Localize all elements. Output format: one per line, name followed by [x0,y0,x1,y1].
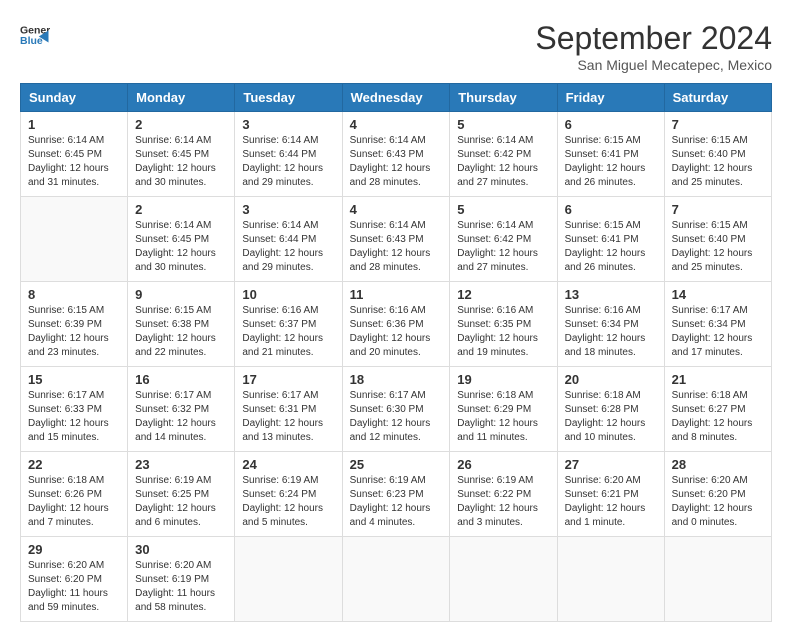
table-row: 22Sunrise: 6:18 AMSunset: 6:26 PMDayligh… [21,452,128,537]
logo-icon: General Blue [20,20,50,50]
table-row: 10Sunrise: 6:16 AMSunset: 6:37 PMDayligh… [235,282,342,367]
table-row: 13Sunrise: 6:16 AMSunset: 6:34 PMDayligh… [557,282,664,367]
table-row: 19Sunrise: 6:18 AMSunset: 6:29 PMDayligh… [450,367,557,452]
col-wednesday: Wednesday [342,84,450,112]
table-row: 7Sunrise: 6:15 AMSunset: 6:40 PMDaylight… [664,112,771,197]
table-row [342,537,450,622]
table-row: 5Sunrise: 6:14 AMSunset: 6:42 PMDaylight… [450,197,557,282]
table-row: 12Sunrise: 6:16 AMSunset: 6:35 PMDayligh… [450,282,557,367]
calendar-location: San Miguel Mecatepec, Mexico [535,57,772,73]
table-row: 15Sunrise: 6:17 AMSunset: 6:33 PMDayligh… [21,367,128,452]
table-row: 8Sunrise: 6:15 AMSunset: 6:39 PMDaylight… [21,282,128,367]
svg-text:Blue: Blue [20,35,43,47]
table-row: 28Sunrise: 6:20 AMSunset: 6:20 PMDayligh… [664,452,771,537]
page-header: General Blue September 2024 San Miguel M… [20,20,772,73]
table-row: 18Sunrise: 6:17 AMSunset: 6:30 PMDayligh… [342,367,450,452]
table-row: 17Sunrise: 6:17 AMSunset: 6:31 PMDayligh… [235,367,342,452]
table-row: 16Sunrise: 6:17 AMSunset: 6:32 PMDayligh… [128,367,235,452]
table-row: 26Sunrise: 6:19 AMSunset: 6:22 PMDayligh… [450,452,557,537]
table-row: 23Sunrise: 6:19 AMSunset: 6:25 PMDayligh… [128,452,235,537]
table-row [235,537,342,622]
table-row: 3Sunrise: 6:14 AMSunset: 6:44 PMDaylight… [235,197,342,282]
table-row [557,537,664,622]
table-row: 30Sunrise: 6:20 AMSunset: 6:19 PMDayligh… [128,537,235,622]
calendar-header-row: Sunday Monday Tuesday Wednesday Thursday… [21,84,772,112]
table-row: 9Sunrise: 6:15 AMSunset: 6:38 PMDaylight… [128,282,235,367]
calendar-title: September 2024 [535,20,772,57]
table-row [21,197,128,282]
table-row: 1Sunrise: 6:14 AMSunset: 6:45 PMDaylight… [21,112,128,197]
table-row: 5Sunrise: 6:14 AMSunset: 6:42 PMDaylight… [450,112,557,197]
col-saturday: Saturday [664,84,771,112]
logo: General Blue [20,20,50,50]
table-row: 14Sunrise: 6:17 AMSunset: 6:34 PMDayligh… [664,282,771,367]
col-tuesday: Tuesday [235,84,342,112]
calendar-table: Sunday Monday Tuesday Wednesday Thursday… [20,83,772,622]
col-friday: Friday [557,84,664,112]
title-block: September 2024 San Miguel Mecatepec, Mex… [535,20,772,73]
col-sunday: Sunday [21,84,128,112]
table-row: 21Sunrise: 6:18 AMSunset: 6:27 PMDayligh… [664,367,771,452]
table-row: 24Sunrise: 6:19 AMSunset: 6:24 PMDayligh… [235,452,342,537]
table-row: 3Sunrise: 6:14 AMSunset: 6:44 PMDaylight… [235,112,342,197]
col-monday: Monday [128,84,235,112]
table-row: 4Sunrise: 6:14 AMSunset: 6:43 PMDaylight… [342,112,450,197]
table-row: 29Sunrise: 6:20 AMSunset: 6:20 PMDayligh… [21,537,128,622]
table-row: 2Sunrise: 6:14 AMSunset: 6:45 PMDaylight… [128,197,235,282]
table-row: 6Sunrise: 6:15 AMSunset: 6:41 PMDaylight… [557,197,664,282]
table-row [450,537,557,622]
table-row: 27Sunrise: 6:20 AMSunset: 6:21 PMDayligh… [557,452,664,537]
table-row [664,537,771,622]
table-row: 11Sunrise: 6:16 AMSunset: 6:36 PMDayligh… [342,282,450,367]
table-row: 6Sunrise: 6:15 AMSunset: 6:41 PMDaylight… [557,112,664,197]
table-row: 4Sunrise: 6:14 AMSunset: 6:43 PMDaylight… [342,197,450,282]
table-row: 7Sunrise: 6:15 AMSunset: 6:40 PMDaylight… [664,197,771,282]
table-row: 25Sunrise: 6:19 AMSunset: 6:23 PMDayligh… [342,452,450,537]
table-row: 2Sunrise: 6:14 AMSunset: 6:45 PMDaylight… [128,112,235,197]
table-row: 20Sunrise: 6:18 AMSunset: 6:28 PMDayligh… [557,367,664,452]
col-thursday: Thursday [450,84,557,112]
